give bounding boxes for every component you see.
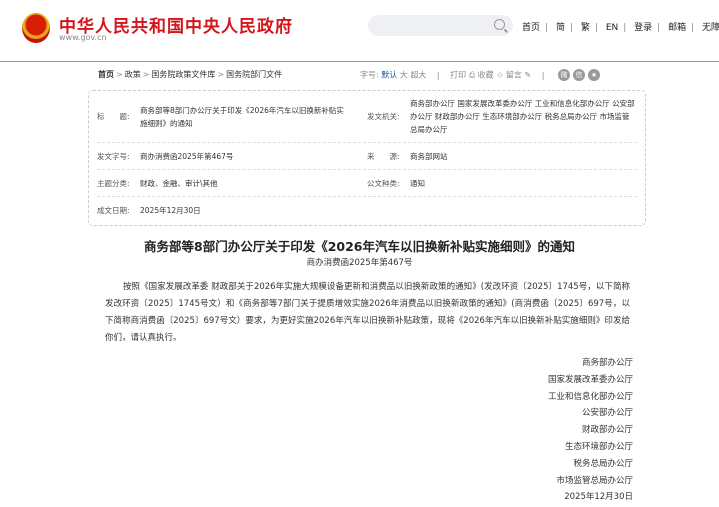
source-label: 来 源: [367, 151, 400, 161]
font-default[interactable]: 默认 [381, 71, 397, 80]
weibo-icon[interactable]: 微 [557, 69, 570, 81]
nav-mail[interactable]: 邮箱 [668, 23, 686, 33]
date-label: 成文日期: [97, 206, 130, 215]
date-value: 2025年12月30日 [140, 206, 201, 215]
docno-value: 商办消费函2025年第467号 [140, 151, 234, 161]
nav-accessibility[interactable]: 无障碍 [702, 23, 719, 33]
signatory: 工业和信息化部办公厅 [547, 391, 633, 402]
topic-value: 财政、金融、审计\其他 [140, 178, 218, 188]
nav-traditional[interactable]: 繁 [581, 23, 590, 33]
printer-icon[interactable]: ⎙ [469, 71, 475, 80]
favorite-button[interactable]: 收藏 [478, 71, 494, 80]
title-label: 标 题: [97, 112, 130, 121]
qzone-icon[interactable]: ★ [587, 69, 600, 81]
signatory: 税务总局办公厅 [573, 458, 633, 469]
comment-button[interactable]: 留言 [506, 71, 522, 80]
nav-simplified[interactable]: 简 [556, 23, 565, 33]
issuer-value: 商务部办公厅 国家发展改革委办公厅 工业和信息化部办公厅 公安部办公厅 财政部办… [410, 99, 635, 134]
breadcrumb-library[interactable]: 国务院政策文件库 [151, 70, 215, 79]
toolbar: 字号: 默认 大 超大 | 打印 ⎙ 收藏 ☆ 留言 ✎ | 微信 ★ [360, 69, 600, 81]
nav-home[interactable]: 首页 [522, 23, 540, 33]
type-label: 公文种类: [367, 178, 400, 188]
document-title: 商务部等8部门办公厅关于印发《2026年汽车以旧换新补贴实施细则》的通知 [144, 239, 575, 254]
font-xlarge[interactable]: 超大 [410, 71, 426, 80]
document-info-table: 标 题: 商务部等8部门办公厅关于印发《2026年汽车以旧换新补贴实施细则》的通知… [88, 90, 646, 226]
signatory: 市场监管总局办公厅 [556, 475, 633, 486]
nav-login[interactable]: 登录 [634, 23, 652, 33]
national-emblem-icon [22, 13, 50, 43]
top-nav: 首页| 简| 繁| EN| 登录| 邮箱| 无障碍 [522, 20, 719, 33]
font-size-label: 字号: [360, 70, 379, 80]
type-value: 通知 [410, 178, 425, 188]
signatory: 商务部办公厅 [581, 358, 633, 368]
signatory: 生态环境部办公厅 [564, 441, 633, 452]
star-icon[interactable]: ☆ [496, 71, 503, 80]
signing-date: 2025年12月30日 [564, 492, 633, 503]
breadcrumb-home[interactable]: 首页 [98, 70, 114, 79]
search-icon[interactable] [494, 19, 505, 30]
breadcrumb: 首页 > 政策 > 国务院政策文件库 > 国务院部门文件 [98, 70, 283, 79]
docno-label: 发文字号: [97, 151, 130, 161]
signatory: 公安部办公厅 [581, 408, 633, 419]
site-url: www.gov.cn [59, 33, 107, 42]
title-value: 商务部等8部门办公厅关于印发《2026年汽车以旧换新补贴实施细则》的通知 [140, 105, 344, 128]
source-value: 商务部网站 [410, 151, 448, 161]
document-body: 按照《国家发展改革委 财政部关于2026年实施大规模设备更新和消费品以旧换新政策… [105, 282, 630, 343]
search-input[interactable] [368, 15, 513, 36]
print-button[interactable]: 打印 [450, 71, 466, 80]
document-number: 商办消费函2025年第467号 [306, 258, 413, 268]
issuer-label: 发文机关: [367, 112, 400, 121]
signatory: 国家发展改革委办公厅 [547, 374, 633, 385]
pencil-icon[interactable]: ✎ [524, 71, 531, 80]
site-header: 中华人民共和国中央人民政府 www.gov.cn 首页 | 简 | 繁 | EN | 登… [0, 0, 719, 62]
topic-label: 主题分类: [97, 178, 130, 188]
breadcrumb-dept-docs[interactable]: 国务院部门文件 [226, 70, 282, 79]
nav-english[interactable]: EN [606, 23, 618, 33]
signatories: 商务部办公厅 国家发展改革委办公厅 工业和信息化部办公厅 公安部办公厅 财政部办… [548, 355, 633, 506]
wechat-icon[interactable]: 信 [572, 69, 585, 81]
font-large[interactable]: 大 [400, 71, 408, 80]
breadcrumb-policy[interactable]: 政策 [125, 70, 141, 79]
signatory: 财政部办公厅 [581, 425, 633, 436]
